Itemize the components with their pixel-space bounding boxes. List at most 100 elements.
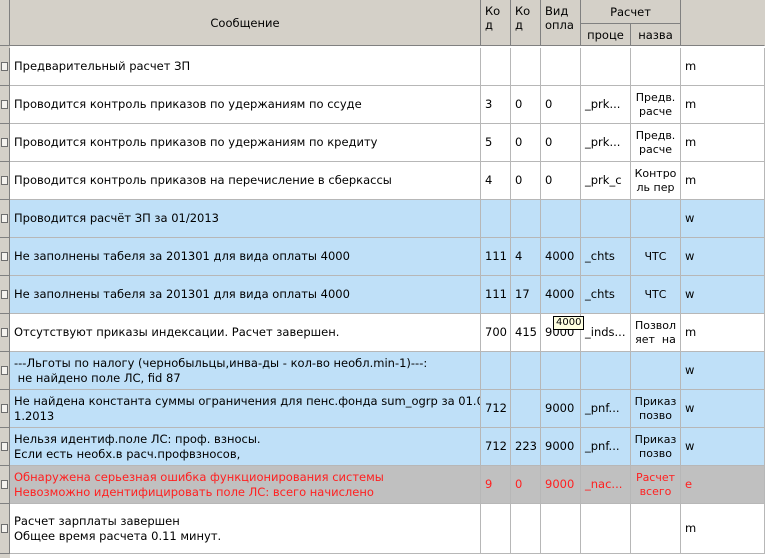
cell-name[interactable]: Контро ль пер: [631, 162, 681, 200]
cell-flag[interactable]: m: [681, 48, 765, 86]
table-row[interactable]: Не заполнены табеля за 201301 для вида о…: [0, 276, 765, 314]
cell-message[interactable]: Проводится контроль приказов по удержани…: [10, 86, 481, 124]
cell-pay-type[interactable]: 4000: [541, 238, 581, 276]
cell-name[interactable]: [631, 352, 681, 390]
cell-code2[interactable]: 0: [511, 466, 541, 504]
row-selector[interactable]: [0, 124, 10, 162]
cell-pay-type[interactable]: 0: [541, 162, 581, 200]
cell-message[interactable]: Обнаружена серьезная ошибка функциониров…: [10, 466, 481, 504]
cell-name[interactable]: Приказ позво: [631, 428, 681, 466]
row-selector[interactable]: [0, 314, 10, 352]
column-header-code1[interactable]: Ко д: [481, 0, 511, 46]
cell-proc[interactable]: [581, 48, 631, 86]
cell-proc[interactable]: _chts: [581, 238, 631, 276]
row-selector[interactable]: [0, 162, 10, 200]
row-selector[interactable]: [0, 352, 10, 390]
cell-proc[interactable]: _prk_c: [581, 162, 631, 200]
cell-message[interactable]: Нельзя идентиф.поле ЛС: проф. взносы. Ес…: [10, 428, 481, 466]
cell-flag[interactable]: m: [681, 162, 765, 200]
cell-message[interactable]: Проводится контроль приказов по удержани…: [10, 124, 481, 162]
cell-name[interactable]: Предв. расче: [631, 86, 681, 124]
cell-flag[interactable]: m: [681, 86, 765, 124]
cell-code1[interactable]: [481, 352, 511, 390]
row-selector[interactable]: [0, 48, 10, 86]
cell-code2[interactable]: 0: [511, 162, 541, 200]
cell-pay-type[interactable]: 9000: [541, 390, 581, 428]
table-row[interactable]: Отсутствуют приказы индексации. Расчет з…: [0, 314, 765, 352]
cell-code2[interactable]: 223: [511, 428, 541, 466]
cell-pay-type[interactable]: 9000: [541, 428, 581, 466]
cell-flag[interactable]: w: [681, 238, 765, 276]
row-checkbox-icon[interactable]: [1, 479, 8, 489]
cell-flag[interactable]: w: [681, 200, 765, 238]
cell-proc[interactable]: _chts: [581, 276, 631, 314]
cell-name[interactable]: ЧТС: [631, 276, 681, 314]
cell-flag[interactable]: m: [681, 504, 765, 554]
cell-name[interactable]: Предв. расче: [631, 124, 681, 162]
table-row[interactable]: Проводится контроль приказов по удержани…: [0, 86, 765, 124]
cell-flag[interactable]: e: [681, 466, 765, 504]
cell-code2[interactable]: 17: [511, 276, 541, 314]
row-checkbox-icon[interactable]: [1, 403, 8, 413]
column-header-code2[interactable]: Ко д: [511, 0, 541, 46]
cell-pay-type[interactable]: 0: [541, 86, 581, 124]
cell-pay-type[interactable]: 4000: [541, 276, 581, 314]
row-selector[interactable]: [0, 238, 10, 276]
row-selector[interactable]: [0, 390, 10, 428]
table-row[interactable]: Проводится контроль приказов на перечисл…: [0, 162, 765, 200]
cell-code1[interactable]: 9: [481, 466, 511, 504]
row-checkbox-icon[interactable]: [1, 327, 8, 337]
cell-message[interactable]: Не найдена константа суммы ограничения д…: [10, 390, 481, 428]
cell-proc[interactable]: _pnf...: [581, 390, 631, 428]
cell-flag[interactable]: w: [681, 276, 765, 314]
cell-proc[interactable]: [581, 200, 631, 238]
column-header-proc[interactable]: проце: [581, 24, 631, 46]
cell-message[interactable]: Проводится контроль приказов на перечисл…: [10, 162, 481, 200]
cell-code2[interactable]: 415: [511, 314, 541, 352]
row-selector[interactable]: [0, 86, 10, 124]
cell-pay-type[interactable]: [541, 200, 581, 238]
cell-code1[interactable]: 700: [481, 314, 511, 352]
cell-code1[interactable]: 111: [481, 276, 511, 314]
cell-name[interactable]: [631, 48, 681, 86]
row-checkbox-icon[interactable]: [1, 99, 8, 109]
cell-flag[interactable]: w: [681, 352, 765, 390]
cell-code1[interactable]: 5: [481, 124, 511, 162]
row-checkbox-icon[interactable]: [1, 137, 8, 147]
cell-code1[interactable]: 3: [481, 86, 511, 124]
table-row[interactable]: Предварительный расчет ЗП m: [0, 48, 765, 86]
table-row[interactable]: Проводится расчёт ЗП за 01/2013 w: [0, 200, 765, 238]
row-selector[interactable]: [0, 428, 10, 466]
cell-code1[interactable]: 712: [481, 390, 511, 428]
cell-pay-type[interactable]: [541, 48, 581, 86]
cell-name[interactable]: [631, 504, 681, 554]
cell-message[interactable]: Расчет зарплаты завершен Общее время рас…: [10, 504, 481, 554]
cell-code2[interactable]: 4: [511, 238, 541, 276]
row-selector[interactable]: [0, 466, 10, 504]
cell-flag[interactable]: w: [681, 390, 765, 428]
cell-name[interactable]: Позвол яет на: [631, 314, 681, 352]
cell-code2[interactable]: 0: [511, 124, 541, 162]
cell-code1[interactable]: [481, 200, 511, 238]
cell-pay-type[interactable]: 0: [541, 124, 581, 162]
cell-code2[interactable]: [511, 48, 541, 86]
cell-name[interactable]: Приказ позво: [631, 390, 681, 428]
cell-name[interactable]: Расчет всего: [631, 466, 681, 504]
row-selector[interactable]: [0, 504, 10, 554]
table-row[interactable]: Обнаружена серьезная ошибка функциониров…: [0, 466, 765, 504]
row-checkbox-icon[interactable]: [1, 213, 8, 223]
cell-name[interactable]: [631, 200, 681, 238]
cell-code1[interactable]: 712: [481, 428, 511, 466]
cell-message[interactable]: Не заполнены табеля за 201301 для вида о…: [10, 238, 481, 276]
table-row[interactable]: Нельзя идентиф.поле ЛС: проф. взносы. Ес…: [0, 428, 765, 466]
table-row[interactable]: Не найдена константа суммы ограничения д…: [0, 390, 765, 428]
cell-proc[interactable]: _prk...: [581, 124, 631, 162]
table-row[interactable]: Расчет зарплаты завершен Общее время рас…: [0, 504, 765, 554]
cell-code2[interactable]: 0: [511, 86, 541, 124]
row-checkbox-icon[interactable]: [1, 175, 8, 185]
row-selector[interactable]: [0, 200, 10, 238]
row-selector[interactable]: [0, 276, 10, 314]
cell-pay-type[interactable]: [541, 352, 581, 390]
cell-code1[interactable]: 4: [481, 162, 511, 200]
cell-proc[interactable]: _inds...: [581, 314, 631, 352]
